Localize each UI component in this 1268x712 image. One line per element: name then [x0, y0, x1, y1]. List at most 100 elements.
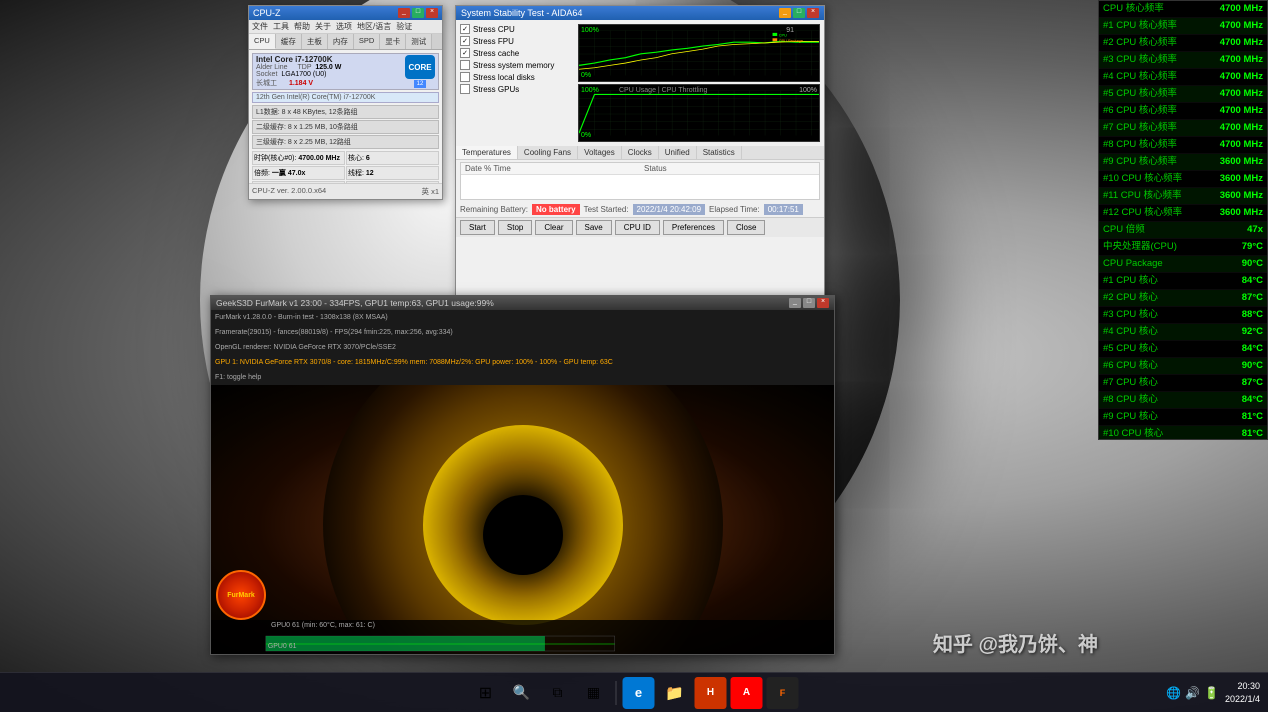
taskbar-speaker-icon[interactable]: 🔊: [1185, 686, 1200, 700]
cpuz-menu-file[interactable]: 文件: [252, 21, 268, 32]
hwinfo-label-9: #9 CPU 核心频率: [1103, 155, 1177, 169]
stress-cpu-checkbox[interactable]: [460, 24, 470, 34]
taskbar-app2-btn[interactable]: F: [767, 677, 799, 709]
taskbar-sys-icons: 🌐 🔊 🔋: [1166, 686, 1219, 700]
time-display: 20:30: [1225, 680, 1260, 693]
close-btn[interactable]: Close: [727, 220, 765, 235]
cpuz-menu-options[interactable]: 选项: [336, 21, 352, 32]
hwinfo-value-17: 87°C: [1242, 291, 1263, 305]
taskbar-network-icon[interactable]: 🌐: [1166, 686, 1181, 700]
furmark-window[interactable]: GeekS3D FurMark v1 23:00 - 334FPS, GPU1 …: [210, 295, 835, 655]
hwinfo-label-1: #1 CPU 核心频率: [1103, 19, 1177, 33]
taskbar-time[interactable]: 20:30 2022/1/4: [1225, 680, 1260, 706]
cpuz-menu-validate[interactable]: 验证: [396, 21, 412, 32]
cpuz-titlebar: CPU-Z _ □ ×: [249, 6, 442, 20]
cpu-id-btn[interactable]: CPU ID: [615, 220, 660, 235]
watermark: 知乎 @我乃饼、神: [933, 628, 1098, 657]
start-btn[interactable]: Start: [460, 220, 495, 235]
stress-fpu-checkbox[interactable]: [460, 36, 470, 46]
hwinfo-row-25: #10 CPU 核心 81°C: [1099, 426, 1267, 440]
cpuz-tab-gpu[interactable]: 显卡: [380, 34, 406, 49]
cpuz-menu-region[interactable]: 地区/语言: [357, 21, 391, 32]
taskbar-right: 🌐 🔊 🔋 20:30 2022/1/4: [1166, 680, 1260, 706]
preferences-btn[interactable]: Preferences: [663, 220, 724, 235]
cpuz-maximize-btn[interactable]: □: [412, 8, 424, 18]
taskbar-edge-btn[interactable]: e: [623, 677, 655, 709]
hwinfo-row-11: #11 CPU 核心频率 3600 MHz: [1099, 188, 1267, 205]
taskbar-windows-btn[interactable]: ⊞: [470, 677, 502, 709]
furmark-minimize-btn[interactable]: _: [789, 298, 801, 308]
stability-graph2: 100% 0% 100% CPU Usage | CPU Throttling: [578, 84, 820, 142]
taskbar-battery-icon[interactable]: 🔋: [1204, 686, 1219, 700]
cpuz-tab-memory[interactable]: 内存: [328, 34, 354, 49]
stress-cache-checkbox[interactable]: [460, 48, 470, 58]
hwinfo-label-16: #1 CPU 核心: [1103, 274, 1158, 288]
furmark-info-line2: Framerate(29015) - fances(88019/8) - FPS…: [211, 325, 834, 340]
furmark-graph-container: GPU0 61 (min: 60°C, max: 61: C) GPU0 61: [211, 620, 834, 655]
cpuz-tab-cpu[interactable]: CPU: [249, 34, 276, 49]
taskbar-widgets-btn[interactable]: ▦: [578, 677, 610, 709]
stability-window[interactable]: System Stability Test - AIDA64 _ □ × Str…: [455, 5, 825, 310]
furmark-render: FurMark GPU0 61 (min: 60°C, max: 61: C) …: [211, 385, 834, 655]
clear-btn[interactable]: Clear: [535, 220, 572, 235]
stability-close-btn[interactable]: ×: [807, 8, 819, 18]
cpuz-tab-spd[interactable]: SPD: [354, 34, 380, 49]
hwinfo-row-23: #8 CPU 核心 84°C: [1099, 392, 1267, 409]
taskbar-hwinfo-btn[interactable]: H: [695, 677, 727, 709]
hwinfo-label-18: #3 CPU 核心: [1103, 308, 1158, 322]
taskbar-search-btn[interactable]: 🔍: [506, 677, 538, 709]
cpuz-mult-label: 倍频: 一赢 47.0x: [252, 166, 345, 180]
cpuz-menu-about[interactable]: 关于: [315, 21, 331, 32]
cpuz-menu-help[interactable]: 帮助: [294, 21, 310, 32]
stability-main: Stress CPU Stress FPU Stress cache Stres…: [456, 20, 824, 146]
stability-checkboxes: Stress CPU Stress FPU Stress cache Stres…: [460, 24, 570, 142]
furmark-info-line4: GPU 1: NVIDIA GeForce RTX 3070/8 - core:…: [211, 355, 834, 370]
stress-disk-checkbox[interactable]: [460, 72, 470, 82]
cpuz-tab-cache[interactable]: 缓存: [276, 34, 302, 49]
cpuz-menu-tools[interactable]: 工具: [273, 21, 289, 32]
cpuz-close-btn[interactable]: ×: [426, 8, 438, 18]
hwinfo-label-12: #12 CPU 核心频率: [1103, 206, 1182, 220]
hwinfo-value-24: 81°C: [1242, 410, 1263, 424]
taskbar-taskview-btn[interactable]: ⧉: [542, 677, 574, 709]
cpuz-minimize-btn[interactable]: _: [398, 8, 410, 18]
stress-fpu-label: Stress FPU: [473, 37, 514, 46]
taskbar-explorer-btn[interactable]: 📁: [659, 677, 691, 709]
furmark-graph-label: GPU0 61 (min: 60°C, max: 61: C): [211, 620, 834, 631]
hwinfo-row-15: CPU Package 90°C: [1099, 256, 1267, 273]
save-btn[interactable]: Save: [576, 220, 612, 235]
hwinfo-value-13: 47x: [1247, 223, 1263, 237]
tab-statistics[interactable]: Statistics: [697, 146, 742, 159]
furmark-logo-text: FurMark: [227, 592, 255, 599]
stress-memory-checkbox[interactable]: [460, 60, 470, 70]
hwinfo-label-21: #6 CPU 核心: [1103, 359, 1158, 373]
stability-maximize-btn[interactable]: □: [793, 8, 805, 18]
tab-unified[interactable]: Unified: [659, 146, 697, 159]
hwinfo-label-2: #2 CPU 核心频率: [1103, 36, 1177, 50]
hwinfo-row-10: #10 CPU 核心频率 3600 MHz: [1099, 171, 1267, 188]
cpuz-voltage: 1.184 V: [289, 80, 313, 87]
graph2-label-bot: 0%: [581, 132, 591, 139]
taskbar-aida-btn[interactable]: A: [731, 677, 763, 709]
tab-voltages[interactable]: Voltages: [578, 146, 622, 159]
furmark-info5: F1: toggle help: [215, 374, 261, 381]
cpuz-window[interactable]: CPU-Z _ □ × 文件 工具 帮助 关于 选项 地区/语言 验证 CPU …: [248, 5, 443, 200]
tab-clocks[interactable]: Clocks: [622, 146, 659, 159]
hwinfo-row-13: CPU 倍频 47x: [1099, 222, 1267, 239]
furmark-info-line3: OpenGL renderer: NVIDIA GeForce RTX 3070…: [211, 340, 834, 355]
tab-cooling[interactable]: Cooling Fans: [518, 146, 578, 159]
hwinfo-value-23: 84°C: [1242, 393, 1263, 407]
hwinfo-row-24: #9 CPU 核心 81°C: [1099, 409, 1267, 426]
test-started-label: Test Started:: [584, 205, 629, 214]
cpuz-tab-bench[interactable]: 测试: [406, 34, 432, 49]
cpuz-mfr-label: 长城工: [256, 80, 277, 87]
cpuz-cores-val: 6: [366, 155, 370, 162]
cpuz-tab-board[interactable]: 主板: [302, 34, 328, 49]
furmark-maximize-btn[interactable]: □: [803, 298, 815, 308]
stability-minimize-btn[interactable]: _: [779, 8, 791, 18]
stop-btn[interactable]: Stop: [498, 220, 532, 235]
cpuz-tabs: CPU 缓存 主板 内存 SPD 显卡 测试: [249, 34, 442, 50]
furmark-close-btn[interactable]: ×: [817, 298, 829, 308]
tab-temperatures[interactable]: Temperatures: [456, 146, 518, 159]
stress-gpu-checkbox[interactable]: [460, 84, 470, 94]
